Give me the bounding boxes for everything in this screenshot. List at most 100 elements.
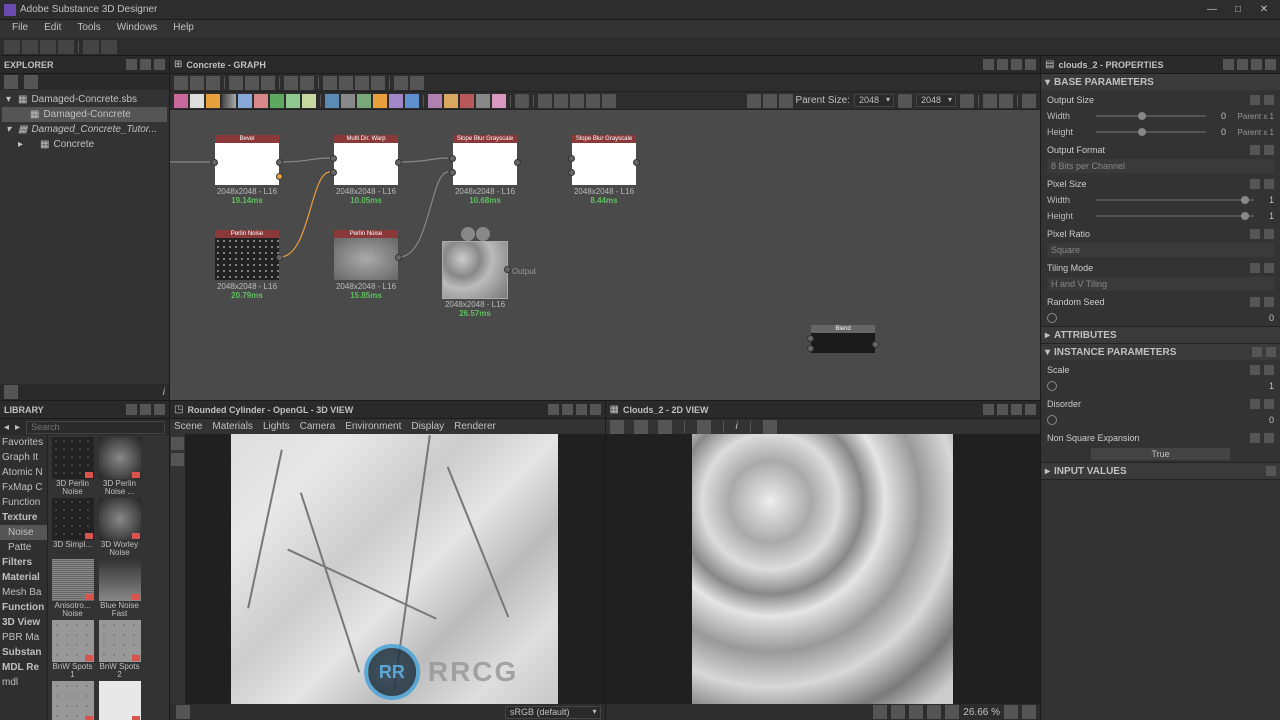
menu-icon[interactable] [1264, 263, 1274, 273]
expose-icon[interactable] [1250, 433, 1260, 443]
misc-icon[interactable] [763, 94, 777, 108]
menu-icon[interactable] [1266, 347, 1276, 357]
non-sq-toggle[interactable]: True [1091, 448, 1229, 460]
atomic-blend-icon[interactable] [206, 94, 220, 108]
node-multiwarp[interactable]: Multi Dir. Warp Grayscale 2048x2048 - L1… [333, 135, 399, 205]
lib-cat-texture[interactable]: Texture [0, 510, 47, 525]
view3d-menu-scene[interactable]: Scene [174, 421, 202, 432]
minimize-button[interactable]: — [1200, 2, 1224, 18]
undo-icon[interactable] [83, 40, 99, 54]
library-max-icon[interactable] [140, 404, 151, 415]
collapse-icon[interactable]: ▾ [1045, 347, 1050, 358]
explorer-tool2-icon[interactable] [24, 75, 38, 89]
view2d-grid-icon[interactable] [873, 705, 887, 719]
menu-help[interactable]: Help [165, 20, 202, 38]
menu-windows[interactable]: Windows [109, 20, 166, 38]
view3d-light-icon[interactable] [171, 453, 184, 466]
lib-item[interactable]: 3D Simpl... [50, 498, 95, 557]
disorder-radio[interactable] [1047, 415, 1057, 425]
view3d-cam-icon[interactable] [171, 437, 184, 450]
node-blend[interactable]: Blend [810, 325, 876, 353]
gt-arrow-icon[interactable] [339, 76, 353, 90]
lib-item[interactable]: 3D Perlin Noise [50, 437, 95, 496]
view2d-tool-icon[interactable] [610, 420, 624, 434]
new-icon[interactable] [4, 40, 20, 54]
graph-max-icon[interactable] [1011, 59, 1022, 70]
lib-cat-favorites[interactable]: Favorites [0, 435, 47, 450]
gt-curve-icon[interactable] [355, 76, 369, 90]
misc-icon[interactable] [779, 94, 793, 108]
view2d-tool-icon[interactable] [909, 705, 923, 719]
lib-cat-noise[interactable]: Noise [0, 525, 47, 540]
colorspace-combo[interactable]: sRGB (default) [505, 706, 601, 719]
gt-zoomout-icon[interactable] [261, 76, 275, 90]
pixel-height-slider[interactable] [1096, 215, 1254, 217]
atomic-uniform-icon[interactable] [190, 94, 204, 108]
menu-edit[interactable]: Edit [36, 20, 69, 38]
lib-cat-meshba[interactable]: Mesh Ba [0, 585, 47, 600]
node-slopeblur2[interactable]: Slope Blur Grayscale 2048x2048 - L16 8.4… [571, 135, 637, 205]
output-port[interactable] [872, 341, 879, 348]
atomic-warp-icon[interactable] [254, 94, 268, 108]
output-port[interactable] [276, 159, 283, 166]
expose-icon[interactable] [1250, 229, 1260, 239]
link-icon[interactable] [898, 94, 912, 108]
explorer-pin-icon[interactable] [126, 59, 137, 70]
view2d-tool-icon[interactable] [927, 705, 941, 719]
input-port[interactable] [807, 345, 814, 352]
tree-item-graph-selected[interactable]: ▦ Damaged-Concrete [2, 107, 167, 122]
output-port[interactable] [395, 159, 402, 166]
filter-icon[interactable] [460, 94, 474, 108]
chevron-down-icon[interactable]: ▾ [6, 124, 11, 135]
random-seed-radio[interactable] [1047, 313, 1057, 323]
view2d-tool-icon[interactable] [697, 420, 711, 434]
lib-item[interactable]: BnW Spots 2 [97, 620, 142, 679]
misc-icon[interactable] [602, 94, 616, 108]
gt-select-icon[interactable] [174, 76, 188, 90]
view3d-restore-icon[interactable] [576, 404, 587, 415]
menu-icon[interactable] [1264, 145, 1274, 155]
properties-close-icon[interactable] [1265, 59, 1276, 70]
gt-dup-icon[interactable] [284, 76, 298, 90]
library-search-input[interactable] [26, 421, 165, 434]
view3d-max-icon[interactable] [562, 404, 573, 415]
save-icon[interactable] [40, 40, 56, 54]
timing-icon[interactable] [1022, 94, 1036, 108]
filter-icon[interactable] [492, 94, 506, 108]
view2d-zoomin-icon[interactable] [1004, 705, 1018, 719]
menu-tools[interactable]: Tools [69, 20, 108, 38]
input-port[interactable] [211, 159, 218, 166]
output-port[interactable] [395, 254, 402, 261]
saveall-icon[interactable] [58, 40, 74, 54]
menu-icon[interactable] [1264, 399, 1274, 409]
view2d-tool-icon[interactable] [658, 420, 672, 434]
pixel-ratio-value[interactable]: Square [1047, 243, 1274, 257]
node-clouds[interactable]: Output 2048x2048 - L16 26.57ms [442, 227, 508, 318]
gear-icon[interactable] [1266, 466, 1276, 476]
view3d-canvas[interactable]: RR RRCG [185, 434, 605, 704]
gt-info-icon[interactable] [229, 76, 243, 90]
properties-pin-icon[interactable] [1223, 59, 1234, 70]
lib-cat-pattern[interactable]: Patte [0, 540, 47, 555]
output-port[interactable] [504, 266, 511, 273]
lib-cat-atomic[interactable]: Atomic N [0, 465, 47, 480]
node-menu-icon[interactable] [461, 227, 475, 241]
expand-icon[interactable]: ▸ [1045, 466, 1050, 477]
view2d-max-icon[interactable] [997, 404, 1008, 415]
forward-icon[interactable]: ▸ [15, 422, 20, 433]
explorer-close-icon[interactable] [154, 59, 165, 70]
gt-zoomin-icon[interactable] [245, 76, 259, 90]
gt-link-icon[interactable] [323, 76, 337, 90]
menu-file[interactable]: File [4, 20, 36, 38]
maximize-button[interactable]: □ [1226, 2, 1250, 18]
graph-canvas[interactable]: Bevel 2048x2048 - L16 19.14ms Multi Dir.… [170, 110, 1040, 400]
output-format-value[interactable]: 8 Bits per Channel [1047, 159, 1274, 173]
filter-icon[interactable] [444, 94, 458, 108]
atomic-levels-icon[interactable] [270, 94, 284, 108]
view2d-zoomout-icon[interactable] [945, 705, 959, 719]
lib-cat-mdlre[interactable]: MDL Re [0, 660, 47, 675]
node-pin-icon[interactable] [476, 227, 490, 241]
view2d-tool-icon[interactable] [634, 420, 648, 434]
input-port[interactable] [449, 155, 456, 162]
lib-item[interactable]: 3D Worley Noise [97, 498, 142, 557]
